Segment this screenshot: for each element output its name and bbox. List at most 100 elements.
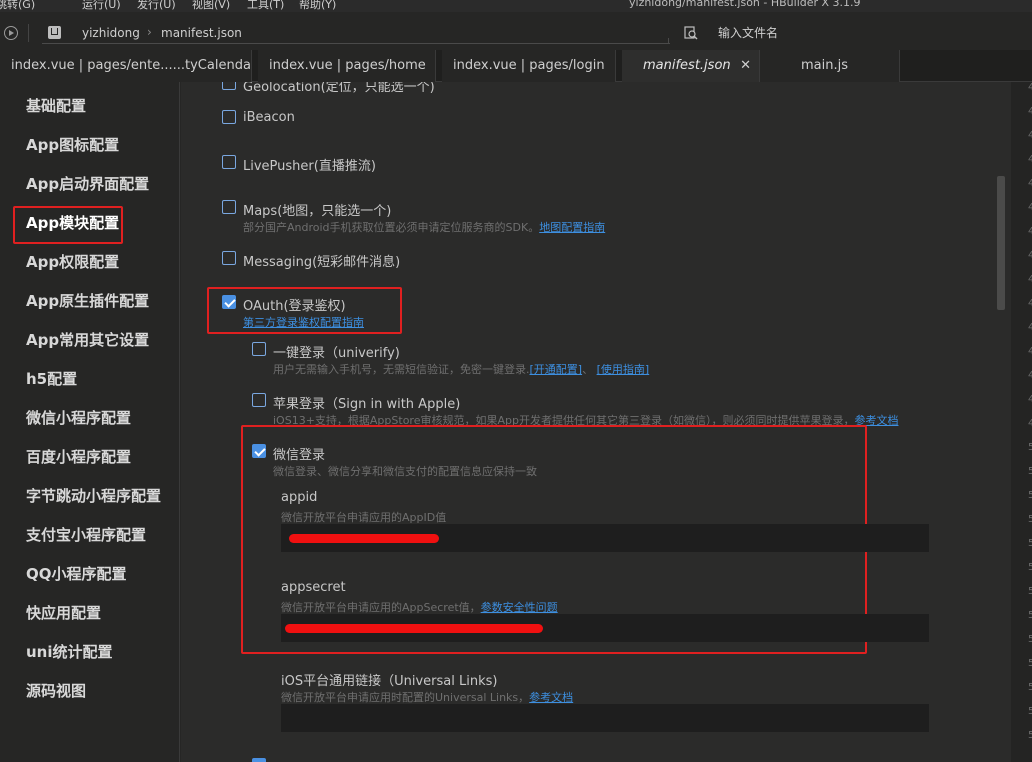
close-icon[interactable]: ✕ [740,50,751,82]
appsecret-security-link[interactable]: 参数安全性问题 [481,601,558,614]
breadcrumb-file[interactable]: manifest.json [161,26,242,40]
messaging-label: Messaging(短彩邮件消息) [243,255,401,270]
modules-panel: Geolocation(定位，只能选一个) iBeacon LivePusher… [181,82,991,762]
gutter-digit: 5 [1028,610,1032,621]
menu-help[interactable]: 帮助(Y) [299,0,336,12]
univerify-description: 用户无需输入手机号，无需短信验证，免密一键登录.[开通配置]、 [使用指南] [273,363,650,376]
universal-links-hint-text: 微信开放平台申请应用时配置的Universal Links， [281,691,530,704]
menu-view[interactable]: 视图(V) [192,0,230,12]
ibeacon-checkbox[interactable] [222,110,236,124]
menu-tools[interactable]: 工具(T) [247,0,284,12]
project-icon [48,26,61,39]
tab-index-calendar[interactable]: index.vue | pages/ente......tyCalendar [0,50,252,82]
tab-label: index.vue | pages/ente......tyCalendar [11,58,252,73]
breadcrumb-underline [42,43,670,44]
univerify-guide-link[interactable]: [使用指南] [597,363,650,376]
gutter-digit: 4 [1028,322,1032,333]
breadcrumb-project[interactable]: yizhidong [82,26,140,40]
menu-goto[interactable]: 跳转(G) [0,0,35,12]
universal-links-label: iOS平台通用链接（Universal Links) [281,674,498,689]
apple-login-label: 苹果登录（Sign in with Apple) [273,397,461,412]
gutter-digit: 5 [1028,490,1032,501]
gutter-digit: 4 [1028,346,1032,357]
nav-app-permissions[interactable]: App权限配置 [26,251,119,272]
universal-links-hint: 微信开放平台申请应用时配置的Universal Links，参考文档 [281,689,573,705]
gutter-digit: 4 [1028,298,1032,309]
univerify-open-link[interactable]: [开通配置] [530,363,583,376]
appsecret-hint: 微信开放平台申请应用的AppSecret值，参数安全性问题 [281,599,558,615]
univerify-checkbox[interactable] [252,342,266,356]
window-title: yizhidong/manifest.json - HBuilder X 3.1… [629,0,861,9]
appsecret-hint-text: 微信开放平台申请应用的AppSecret值， [281,601,481,614]
menu-bar: 跳转(G) 运行(U) 发行(U) 视图(V) 工具(T) 帮助(Y) yizh… [0,0,1032,12]
univerify-desc-text: 用户无需输入手机号，无需短信验证，免密一键登录. [273,363,530,376]
tab-manifest[interactable]: manifest.json ✕ [622,50,760,82]
maps-label: Maps(地图，只能选一个) [243,204,392,219]
nav-baidu-mp[interactable]: 百度小程序配置 [26,446,131,467]
gutter-digit: 4 [1028,154,1032,165]
gutter-digit: 5 [1028,634,1032,645]
nav-app-other[interactable]: App常用其它设置 [26,329,149,350]
gutter-digit: 4 [1028,202,1032,213]
annotation-box-nav [13,206,123,244]
redaction-mark [285,624,543,633]
nav-uni-stat[interactable]: uni统计配置 [26,641,113,662]
livepusher-checkbox[interactable] [222,155,236,169]
scrollbar-thumb[interactable] [997,176,1005,310]
menu-publish[interactable]: 发行(U) [137,0,176,12]
tab-index-login[interactable]: index.vue | pages/login [442,50,616,82]
geolocation-checkbox[interactable] [222,82,236,90]
nav-h5[interactable]: h5配置 [26,368,77,389]
nav-app-native-plugins[interactable]: App原生插件配置 [26,290,149,311]
nav-app-splash[interactable]: App启动界面配置 [26,173,149,194]
gutter-digit: 4 [1028,82,1032,93]
universal-links-input[interactable] [281,704,929,732]
nav-source-view[interactable]: 源码视图 [26,680,86,701]
geolocation-label: Geolocation(定位，只能选一个) [243,82,435,95]
apple-login-checkbox[interactable] [252,393,266,407]
weixin-login-label: 微信登录 [273,448,326,463]
settings-nav: 基础配置 App图标配置 App启动界面配置 App模块配置 App权限配置 A… [0,82,180,762]
nav-app-icon[interactable]: App图标配置 [26,134,119,155]
gutter-digit: 4 [1028,274,1032,285]
tab-label: main.js [801,58,848,73]
tab-index-home[interactable]: index.vue | pages/home [258,50,436,82]
chevron-right-icon: › [147,25,152,39]
file-search-icon[interactable] [684,26,698,40]
maps-description: 部分国产Android手机获取位置必须申请定位服务商的SDK。地图配置指南 [243,219,605,235]
nav-toutiao-mp[interactable]: 字节跳动小程序配置 [26,485,161,506]
maps-checkbox[interactable] [222,200,236,214]
menu-run[interactable]: 运行(U) [82,0,121,12]
gutter-digit: 5 [1028,562,1032,573]
tab-label: index.vue | pages/home [269,58,426,73]
gutter-digit: 5 [1028,466,1032,477]
gutter-digit: 5 [1028,586,1032,597]
divider [668,38,669,44]
path-bar: yizhidong › manifest.json [0,12,1032,50]
appsecret-label: appsecret [281,580,346,595]
nav-qq-mp[interactable]: QQ小程序配置 [26,563,127,584]
gutter-digit: 4 [1028,226,1032,237]
redaction-mark [289,534,439,543]
run-circle-icon[interactable] [4,26,18,40]
universal-links-doc-link[interactable]: 参考文档 [529,691,573,704]
nav-weixin-mp[interactable]: 微信小程序配置 [26,407,131,428]
file-search-input[interactable] [704,20,1032,46]
messaging-checkbox[interactable] [222,251,236,265]
gutter-digit: 5 [1028,442,1032,453]
nav-quickapp[interactable]: 快应用配置 [26,602,101,623]
nav-basic[interactable]: 基础配置 [26,95,86,116]
weixin-login-checkbox[interactable] [252,444,266,458]
gutter-digit: 4 [1028,178,1032,189]
next-checkbox[interactable] [252,758,266,762]
gutter-digit: 4 [1028,250,1032,261]
tab-main-js[interactable]: main.js [760,50,900,82]
maps-guide-link[interactable]: 地图配置指南 [539,221,605,234]
appid-hint: 微信开放平台申请应用的AppID值 [281,511,447,524]
gutter-digit: 4 [1028,418,1032,429]
livepusher-label: LivePusher(直播推流) [243,159,376,174]
editor-tabs: index.vue | pages/ente......tyCalendar i… [0,50,1032,82]
annotation-box-oauth [207,287,402,334]
univerify-label: 一键登录（univerify) [273,346,400,361]
nav-alipay-mp[interactable]: 支付宝小程序配置 [26,524,146,545]
